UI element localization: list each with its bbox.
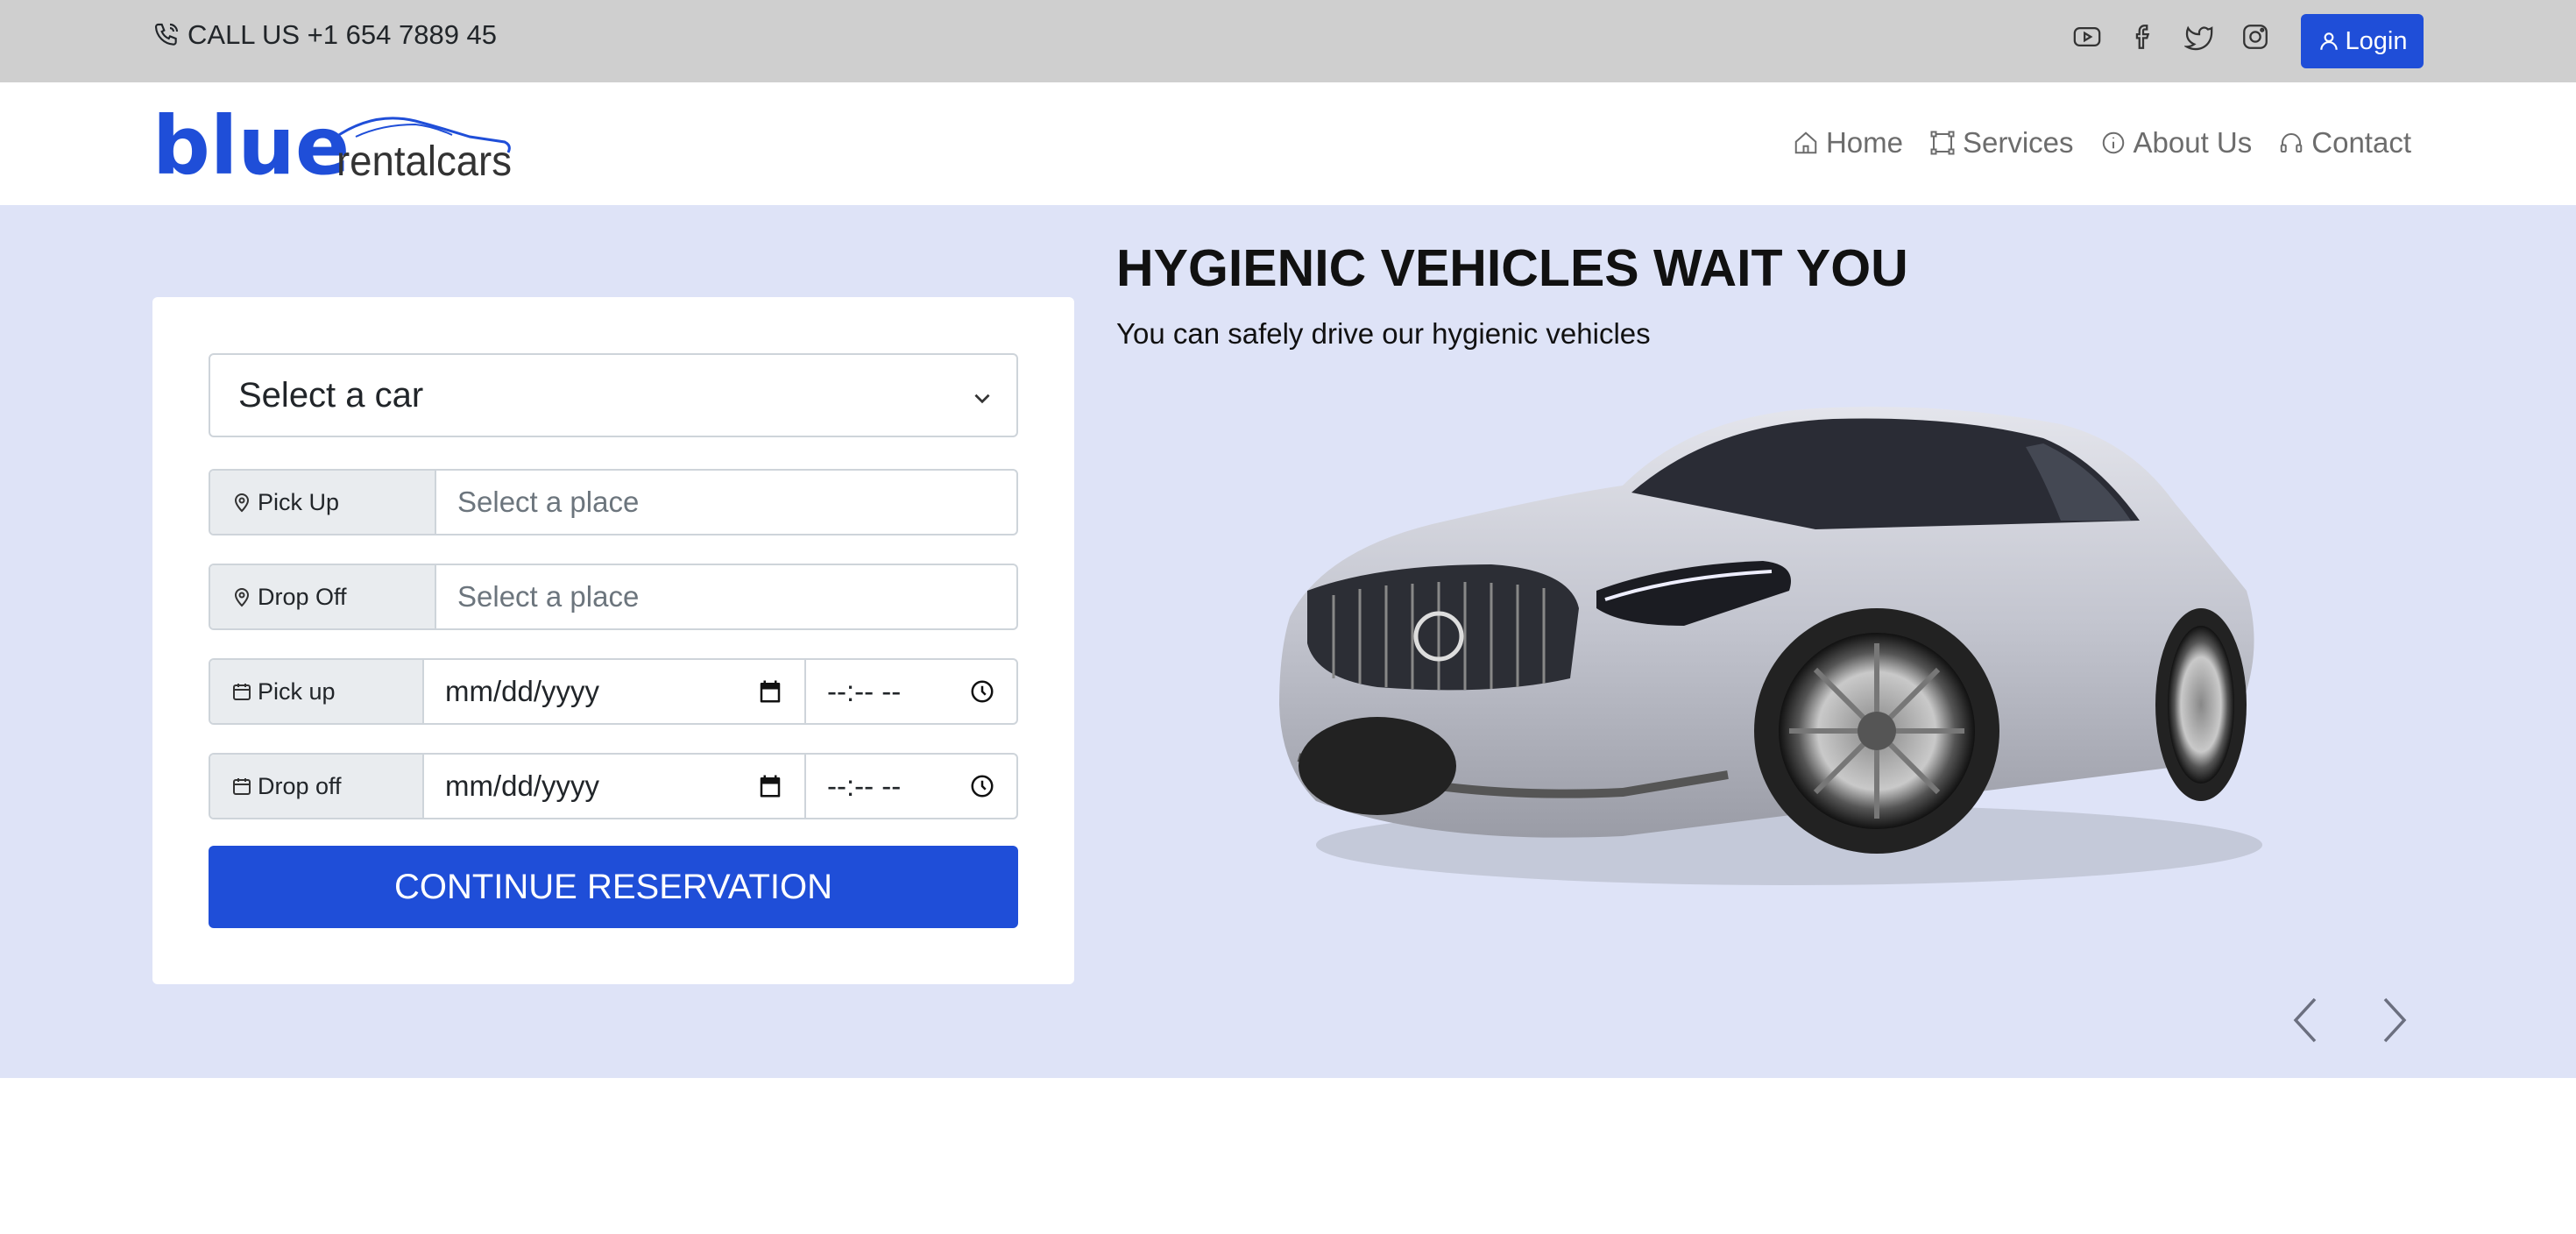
top-bar: CALL US +1 654 7889 45 Login [0,0,2576,82]
pickup-datetime-label: Pick up [258,677,336,705]
nav-contact[interactable]: Contact [2278,126,2411,160]
pickup-datetime-addon: Pick up [210,660,424,723]
pickup-date-input[interactable]: mm/dd/yyyy [424,660,806,723]
pickup-place-group: Pick Up Select a place [209,469,1018,535]
nav-menu: Home Services About Us Contact [1793,126,2411,160]
calendar-picker-icon[interactable] [757,678,783,705]
social-links [2071,21,2271,53]
nav-home-label: Home [1825,126,1903,159]
nav-home[interactable]: Home [1793,126,1903,160]
calendar-picker-icon[interactable] [757,773,783,799]
dropoff-datetime-label: Drop off [258,772,342,799]
facebook-icon[interactable] [2127,21,2159,53]
dropoff-time-value: --:-- -- [827,769,902,802]
clock-icon[interactable] [969,773,995,799]
pickup-time-input[interactable]: --:-- -- [806,660,1016,723]
pickup-date-value: mm/dd/yyyy [445,675,600,707]
user-icon [2319,32,2338,50]
headset-icon [2281,133,2303,152]
nav-contact-label: Contact [2311,126,2411,159]
home-icon [1794,131,1817,154]
dropoff-date-input[interactable]: mm/dd/yyyy [424,755,806,818]
logo-sub-text: rentalcars [336,138,512,184]
services-icon [1930,131,1955,155]
dropoff-time-input[interactable]: --:-- -- [806,755,1016,818]
pickup-time-value: --:-- -- [827,675,902,707]
pickup-place-label: Pick Up [258,488,340,515]
continue-reservation-button[interactable]: CONTINUE RESERVATION [209,846,1018,928]
dropoff-place-input[interactable]: Select a place [436,565,1016,628]
nav-about-label: About Us [2133,126,2253,159]
info-icon [2102,131,2124,154]
dropoff-datetime-addon: Drop off [210,755,424,818]
carousel-next-button[interactable] [2373,994,2415,1046]
carousel-prev-button[interactable] [2285,994,2327,1046]
nav-about[interactable]: About Us [2100,126,2253,160]
chevron-right-icon [2383,997,2407,1043]
chevron-left-icon [2293,997,2317,1043]
car-image [1279,407,2262,885]
reservation-form: Select a car Pick Up Select a place Drop… [152,297,1074,984]
logo-main-text: blue [152,103,350,184]
map-pin-icon [234,588,250,607]
dropoff-place-label: Drop Off [258,583,347,610]
nav-services[interactable]: Services [1929,126,2074,160]
dropoff-date-value: mm/dd/yyyy [445,769,600,802]
hero-subtitle: You can safely drive our hygienic vehicl… [1116,317,1651,350]
phone-icon [154,23,179,46]
carousel-controls [2285,994,2415,1046]
call-us[interactable]: CALL US +1 654 7889 45 [152,19,497,51]
car-select[interactable]: Select a car [209,353,1018,437]
hero-title: HYGIENIC VEHICLES WAIT YOU [1116,239,1908,297]
main-navbar: blue rentalcars Home Services About Us C… [0,82,2576,205]
hero-section: Select a car Pick Up Select a place Drop… [0,205,2576,1078]
pickup-place-addon: Pick Up [210,471,436,534]
login-button[interactable]: Login [2301,14,2424,68]
pickup-datetime-group: Pick up mm/dd/yyyy --:-- -- [209,658,1018,725]
car-select-value: Select a car [238,375,424,415]
dropoff-place-group: Drop Off Select a place [209,564,1018,630]
dropoff-place-addon: Drop Off [210,565,436,628]
chevron-down-icon [974,394,990,404]
brand-logo[interactable]: blue rentalcars [152,103,520,184]
youtube-icon[interactable] [2071,21,2103,53]
twitter-icon[interactable] [2183,21,2215,53]
login-label: Login [2345,26,2408,55]
nav-services-label: Services [1962,126,2074,159]
calendar-icon [233,684,251,700]
pickup-place-input[interactable]: Select a place [436,471,1016,534]
dropoff-datetime-group: Drop off mm/dd/yyyy --:-- -- [209,753,1018,819]
call-us-text: CALL US +1 654 7889 45 [188,19,498,50]
calendar-icon [233,778,251,795]
instagram-icon[interactable] [2240,21,2271,53]
clock-icon[interactable] [969,678,995,705]
map-pin-icon [234,493,250,513]
